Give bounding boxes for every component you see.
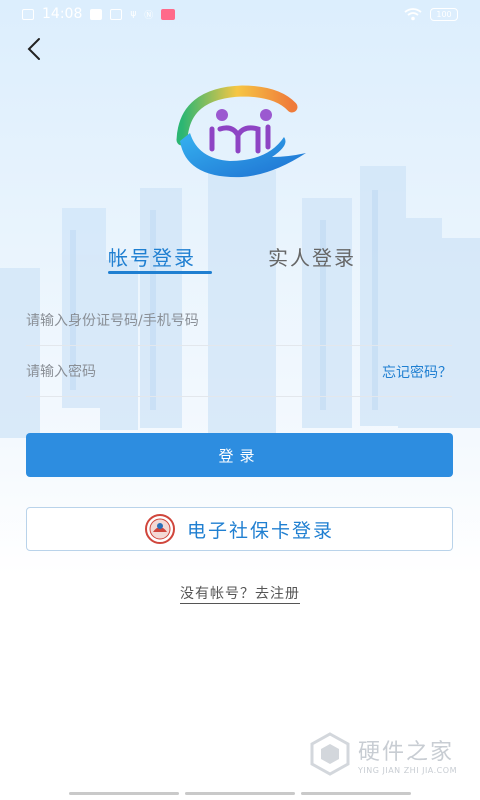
notification-icon — [110, 8, 123, 20]
social-security-emblem-icon — [144, 514, 175, 544]
status-time: 14:08 — [42, 6, 83, 22]
id-input[interactable] — [26, 312, 452, 329]
back-arrow-icon[interactable] — [22, 36, 48, 62]
nav-segment — [185, 792, 295, 795]
battery-icon: 100 — [430, 7, 458, 21]
tab-account-login[interactable]: 帐号登录 — [108, 242, 196, 271]
nav-segment — [69, 792, 179, 795]
watermark-subtitle: YING JIAN ZHI JIA.COM — [358, 765, 457, 775]
forgot-password-link[interactable]: 忘记密码？ — [382, 362, 452, 382]
password-input[interactable] — [26, 363, 382, 380]
login-button[interactable]: 登录 — [26, 433, 453, 477]
sim-icon — [22, 8, 34, 20]
watermark-logo-icon — [310, 732, 350, 776]
watermark-title: 硬件之家 — [358, 739, 455, 765]
status-bar: 14:08 ψ Ⓝ 100 — [0, 0, 480, 28]
register-link-row: 没有帐号？去注册 — [0, 583, 480, 604]
network-label: Ⓝ — [144, 10, 154, 21]
app-logo — [176, 85, 306, 178]
social-card-login-label: 电子社保卡登录 — [186, 519, 334, 542]
nav-segment — [301, 792, 411, 795]
wifi-icon — [404, 7, 422, 20]
social-card-login-button[interactable]: 电子社保卡登录 — [26, 507, 453, 551]
app-badge-icon — [161, 8, 176, 20]
watermark: 硬件之家 YING JIAN ZHI JIA.COM — [310, 728, 470, 780]
password-field: 忘记密码？ — [26, 347, 452, 397]
mail-icon — [90, 8, 103, 20]
active-tab-indicator — [108, 271, 212, 274]
tab-face-login[interactable]: 实人登录 — [268, 242, 356, 271]
usb-icon: ψ — [130, 9, 137, 19]
battery-level: 100 — [436, 9, 452, 19]
register-link[interactable]: 没有帐号？去注册 — [180, 586, 300, 604]
system-nav-bar — [0, 792, 480, 800]
id-field — [26, 296, 452, 346]
